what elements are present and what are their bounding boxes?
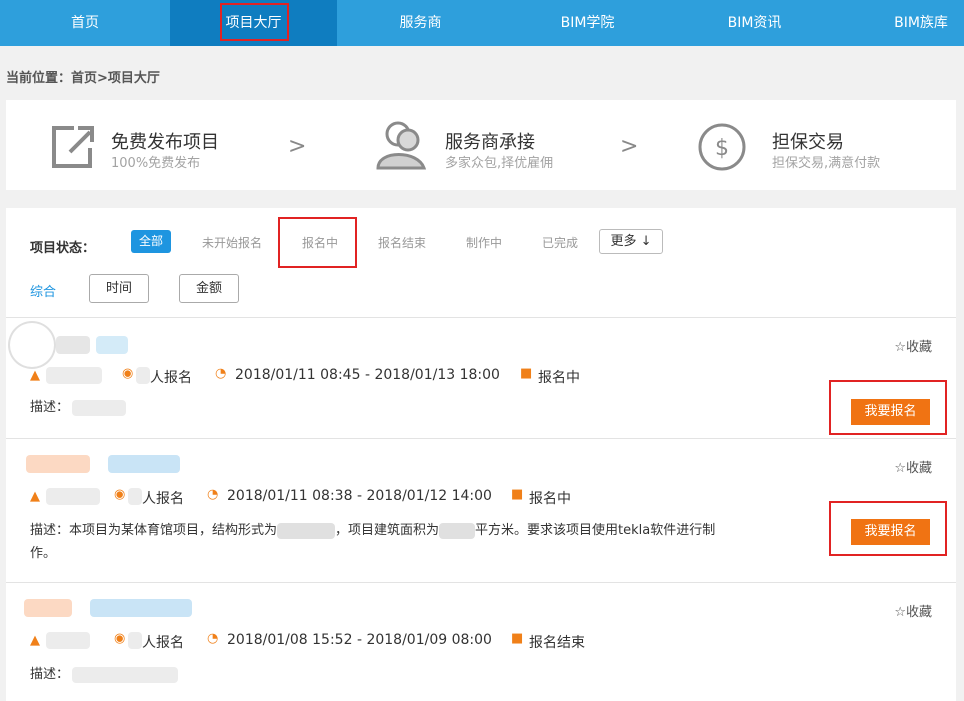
time-range: 2018/01/11 08:45 - 2018/01/13 18:00 — [235, 367, 500, 383]
breadcrumb: 当前位置：首页>项目大厅 — [6, 71, 160, 86]
svg-text:$: $ — [715, 136, 729, 161]
user-group-icon — [376, 121, 427, 170]
nav-item-home[interactable]: 首页 — [0, 0, 170, 46]
project-item[interactable]: ☆收藏 ▲ ◉ 人报名 ◔ 2018/01/08 15:52 - 2018/01… — [6, 582, 956, 701]
favorite-button[interactable]: ☆收藏 — [894, 457, 932, 476]
project-description: 描述： — [30, 663, 69, 686]
process-steps: 免费发布项目 100%免费发布 > 服务商承接 多家众包,择优雇佣 > $ 担保… — [6, 100, 956, 190]
signup-label: 人报名 — [142, 491, 184, 507]
description-label: 描述： — [30, 667, 70, 682]
time-range: 2018/01/08 15:52 - 2018/01/09 08:00 — [227, 632, 492, 648]
step-title: 免费发布项目 — [111, 132, 219, 153]
redacted-text — [439, 522, 476, 539]
nav-item-service-providers[interactable]: 服务商 — [337, 0, 504, 46]
publisher-name — [46, 488, 100, 505]
chevron-right-icon: > — [620, 134, 639, 159]
signup-count — [136, 367, 150, 384]
signup-count — [128, 488, 142, 505]
publisher-name — [46, 632, 90, 649]
step-subtitle: 担保交易,满意付款 — [772, 156, 881, 171]
nav-item-bim-news[interactable]: BIM资讯 — [671, 0, 838, 46]
project-list-panel: 项目状态： 全部 未开始报名 报名中 报名结束 制作中 已完成 更多 ↓ 综合 … — [6, 208, 956, 701]
description-text: 作。 — [30, 546, 57, 561]
sort-tab-overall[interactable]: 综合 — [30, 281, 56, 300]
project-title[interactable] — [90, 599, 192, 617]
project-title[interactable] — [24, 599, 72, 617]
lock-icon: ■ — [520, 366, 533, 381]
status-filter-in-production[interactable]: 制作中 — [466, 234, 502, 251]
publisher-name — [46, 367, 102, 384]
redacted-text — [277, 522, 336, 539]
status-badge: 报名结束 — [529, 635, 585, 651]
description-text: 本项目为某体育馆项目，结构形式为 — [69, 523, 278, 538]
highlight-box — [278, 217, 357, 268]
highlight-box — [829, 380, 947, 435]
user-icon: ▲ — [30, 489, 40, 504]
step-subtitle: 100%免费发布 — [111, 156, 201, 171]
status-filter-completed[interactable]: 已完成 — [542, 234, 578, 251]
description-text: 平方米。要求该项目使用tekla软件进行制 — [475, 523, 716, 538]
project-description: 描述：本项目为某体育馆项目，结构形式为 ，项目建筑面积为 平方米。要求该项目使用te… — [30, 519, 770, 565]
lock-icon: ■ — [511, 487, 524, 502]
user-icon: ▲ — [30, 368, 40, 383]
project-description: 描述： — [30, 396, 69, 419]
nav-item-bim-academy[interactable]: BIM学院 — [504, 0, 671, 46]
project-title[interactable] — [108, 455, 180, 473]
eye-icon: ◉ — [122, 366, 134, 381]
signup-count — [128, 632, 142, 649]
external-link-icon — [52, 126, 94, 168]
favorite-button[interactable]: ☆收藏 — [894, 336, 932, 355]
sort-by-amount-button[interactable]: 金额 — [179, 274, 239, 303]
description-label: 描述： — [30, 523, 70, 538]
status-badge: 报名中 — [529, 491, 571, 507]
description-text: ，项目建筑面积为 — [335, 523, 440, 538]
back-arrow-button[interactable] — [8, 321, 56, 369]
dollar-circle-icon: $ — [698, 123, 746, 171]
favorite-button[interactable]: ☆收藏 — [894, 601, 932, 620]
project-title[interactable] — [26, 455, 90, 473]
eye-icon: ◉ — [114, 631, 126, 646]
signup-label: 人报名 — [150, 370, 192, 386]
step-title: 服务商承接 — [445, 132, 535, 153]
clock-icon: ◔ — [207, 631, 219, 646]
project-item[interactable]: ☆收藏 ▲ ◉ 人报名 ◔ 2018/01/11 08:45 - 2018/01… — [6, 317, 956, 438]
project-title[interactable] — [56, 336, 90, 354]
status-filter-not-started[interactable]: 未开始报名 — [202, 234, 262, 251]
step-subtitle: 多家众包,择优雇佣 — [445, 156, 554, 171]
time-range: 2018/01/11 08:38 - 2018/01/12 14:00 — [227, 488, 492, 504]
user-icon: ▲ — [30, 633, 40, 648]
more-filters-button[interactable]: 更多 ↓ — [599, 229, 663, 254]
top-nav: 首页 项目大厅 服务商 BIM学院 BIM资讯 BIM族库 — [0, 0, 964, 46]
clock-icon: ◔ — [215, 366, 227, 381]
status-filter-all[interactable]: 全部 — [131, 230, 171, 253]
step-title: 担保交易 — [772, 132, 844, 153]
clock-icon: ◔ — [207, 487, 219, 502]
highlight-box — [220, 3, 289, 41]
status-filter-signup-ended[interactable]: 报名结束 — [378, 234, 426, 251]
eye-icon: ◉ — [114, 487, 126, 502]
signup-label: 人报名 — [142, 635, 184, 651]
status-badge: 报名中 — [538, 370, 580, 386]
lock-icon: ■ — [511, 631, 524, 646]
description-text — [72, 400, 126, 416]
description-text — [72, 667, 178, 683]
project-item[interactable]: ☆收藏 ▲ ◉ 人报名 ◔ 2018/01/11 08:38 - 2018/01… — [6, 438, 956, 582]
highlight-box — [829, 501, 947, 556]
project-title[interactable] — [96, 336, 128, 354]
chevron-right-icon: > — [288, 134, 307, 159]
nav-item-bim-library[interactable]: BIM族库 — [838, 0, 964, 46]
description-label: 描述： — [30, 400, 70, 415]
sort-by-time-button[interactable]: 时间 — [89, 274, 149, 303]
filter-label: 项目状态： — [30, 241, 96, 256]
